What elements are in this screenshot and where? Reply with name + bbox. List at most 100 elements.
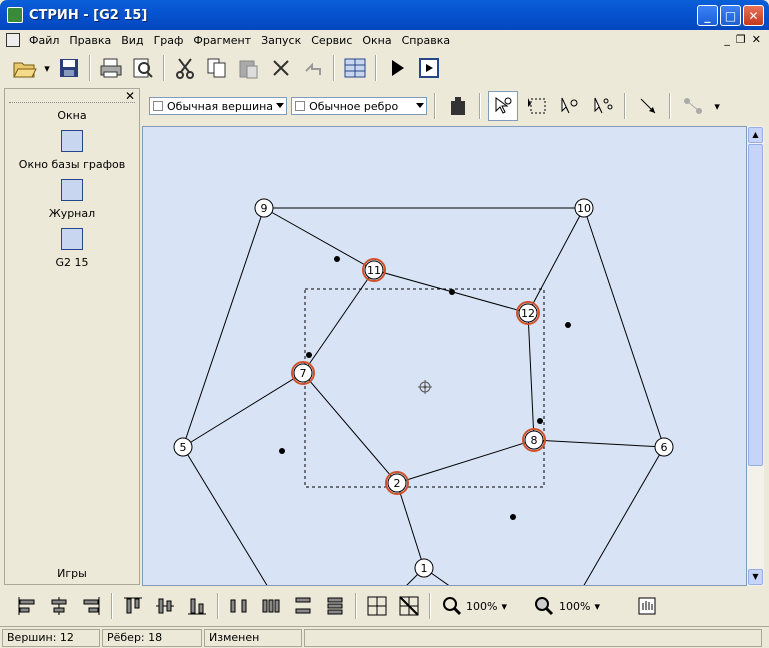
handle-dot[interactable] bbox=[306, 352, 312, 358]
align-top-icon[interactable] bbox=[118, 591, 148, 621]
chevron-down-icon[interactable]: ▾ bbox=[501, 600, 507, 613]
menu-help[interactable]: Справка bbox=[397, 34, 455, 47]
path-arrow-icon[interactable] bbox=[633, 91, 662, 121]
scroll-down-icon[interactable]: ▼ bbox=[748, 569, 763, 585]
menu-edit[interactable]: Правка bbox=[64, 34, 116, 47]
delete-icon[interactable] bbox=[266, 53, 296, 83]
distribute-v2-icon[interactable] bbox=[320, 591, 350, 621]
align-right-icon[interactable] bbox=[76, 591, 106, 621]
graph-canvas[interactable]: 9 10 11 12 7 8 2 5 6 1 bbox=[142, 126, 747, 586]
mdi-minimize-icon[interactable]: _ bbox=[724, 33, 730, 46]
edge[interactable] bbox=[527, 207, 585, 314]
mdi-close-icon[interactable]: ✕ bbox=[752, 33, 761, 46]
graph-vertex[interactable]: 10 bbox=[574, 198, 594, 218]
edge[interactable] bbox=[583, 446, 665, 586]
align-center-v-icon[interactable] bbox=[150, 591, 180, 621]
weight-icon[interactable] bbox=[443, 91, 472, 121]
align-bottom-icon[interactable] bbox=[182, 591, 212, 621]
menu-windows[interactable]: Окна bbox=[357, 34, 396, 47]
scroll-thumb[interactable] bbox=[748, 144, 763, 466]
edge[interactable] bbox=[302, 372, 398, 484]
grid-icon[interactable] bbox=[362, 591, 392, 621]
menu-run[interactable]: Запуск bbox=[256, 34, 306, 47]
minimize-button[interactable]: _ bbox=[697, 5, 718, 26]
graph-vertex-selected[interactable]: 7 bbox=[291, 361, 315, 385]
graph-vertex-selected[interactable]: 2 bbox=[385, 471, 409, 495]
panel-footer[interactable]: Игры bbox=[5, 567, 139, 580]
menu-service[interactable]: Сервис bbox=[306, 34, 357, 47]
chevron-down-icon[interactable]: ▾ bbox=[594, 600, 600, 613]
handle-dot[interactable] bbox=[565, 322, 571, 328]
preview-icon[interactable] bbox=[128, 53, 158, 83]
cut-icon[interactable] bbox=[170, 53, 200, 83]
align-center-h-icon[interactable] bbox=[44, 591, 74, 621]
open-folder-icon[interactable] bbox=[10, 53, 40, 83]
vertical-scrollbar[interactable]: ▲ ▼ bbox=[747, 126, 764, 586]
maximize-button[interactable]: □ bbox=[720, 5, 741, 26]
handle-dot[interactable] bbox=[537, 418, 543, 424]
panel-item-graph[interactable]: G2 15 bbox=[5, 228, 139, 269]
graph-base-icon[interactable] bbox=[340, 53, 370, 83]
edge[interactable] bbox=[182, 446, 268, 586]
panel-item-journal[interactable]: Журнал bbox=[5, 179, 139, 220]
menu-file[interactable]: Файл bbox=[24, 34, 64, 47]
graph-vertex-selected[interactable]: 12 bbox=[516, 301, 540, 325]
distribute-h2-icon[interactable] bbox=[256, 591, 286, 621]
document-menu-icon[interactable] bbox=[6, 33, 20, 47]
graph-vertex-selected[interactable]: 11 bbox=[362, 258, 386, 282]
panel-grip[interactable] bbox=[9, 93, 135, 103]
add-edge-icon[interactable] bbox=[588, 91, 617, 121]
zoom-control[interactable]: 100% ▾ bbox=[442, 596, 507, 616]
edge[interactable] bbox=[182, 372, 304, 448]
mdi-restore-icon[interactable]: ❐ bbox=[736, 33, 746, 46]
edge[interactable] bbox=[396, 439, 535, 484]
zoom-control-2[interactable]: 100% ▾ bbox=[533, 596, 600, 616]
windows-panel: ✕ Окна Окно базы графов Журнал G2 15 Игр… bbox=[4, 88, 140, 585]
add-vertex-icon[interactable] bbox=[555, 91, 584, 121]
edge[interactable] bbox=[263, 207, 375, 271]
edge[interactable] bbox=[583, 207, 665, 448]
edge[interactable] bbox=[533, 439, 665, 448]
align-left-icon[interactable] bbox=[12, 591, 42, 621]
graph-vertex[interactable]: 5 bbox=[173, 437, 193, 457]
close-button[interactable]: ✕ bbox=[743, 5, 764, 26]
handle-dot[interactable] bbox=[449, 289, 455, 295]
handle-dot[interactable] bbox=[279, 448, 285, 454]
graph-svg[interactable]: 9 10 11 12 7 8 2 5 6 1 bbox=[143, 127, 747, 586]
menu-graph[interactable]: Граф bbox=[149, 34, 189, 47]
select-tool-icon[interactable] bbox=[488, 91, 518, 121]
hand-tool-icon[interactable] bbox=[632, 591, 662, 621]
handle-dot[interactable] bbox=[334, 256, 340, 262]
handle-dot[interactable] bbox=[510, 514, 516, 520]
grid-off-icon[interactable] bbox=[394, 591, 424, 621]
select-area-icon[interactable] bbox=[522, 91, 551, 121]
layout-dropdown-icon[interactable]: ▾ bbox=[711, 91, 723, 121]
undo-icon[interactable] bbox=[298, 53, 328, 83]
paste-icon[interactable] bbox=[234, 53, 264, 83]
graph-vertex[interactable]: 6 bbox=[654, 437, 674, 457]
scroll-up-icon[interactable]: ▲ bbox=[748, 127, 763, 143]
print-icon[interactable] bbox=[96, 53, 126, 83]
open-dropdown-icon[interactable]: ▾ bbox=[42, 53, 52, 83]
distribute-h-icon[interactable] bbox=[224, 591, 254, 621]
edge[interactable] bbox=[527, 312, 535, 441]
run-icon[interactable] bbox=[382, 53, 412, 83]
edge[interactable] bbox=[396, 482, 425, 569]
graph-vertex[interactable]: 9 bbox=[254, 198, 274, 218]
distribute-v-icon[interactable] bbox=[288, 591, 318, 621]
vertex-type-select[interactable]: Обычная вершина bbox=[149, 97, 288, 115]
run-window-icon[interactable] bbox=[414, 53, 444, 83]
edge[interactable] bbox=[302, 269, 375, 374]
graph-vertex-selected[interactable]: 8 bbox=[522, 428, 546, 452]
menu-fragment[interactable]: Фрагмент bbox=[188, 34, 256, 47]
panel-close-icon[interactable]: ✕ bbox=[125, 89, 135, 103]
layout-icon[interactable] bbox=[678, 91, 707, 121]
edge[interactable] bbox=[182, 207, 265, 448]
panel-item-graph-base[interactable]: Окно базы графов bbox=[5, 130, 139, 171]
copy-icon[interactable] bbox=[202, 53, 232, 83]
edge-type-select[interactable]: Обычное ребро bbox=[291, 97, 428, 115]
graph-vertex[interactable]: 1 bbox=[414, 558, 434, 578]
menu-view[interactable]: Вид bbox=[116, 34, 148, 47]
title-bar: СТРИН - [G2 15] _ □ ✕ bbox=[0, 0, 769, 30]
save-icon[interactable] bbox=[54, 53, 84, 83]
